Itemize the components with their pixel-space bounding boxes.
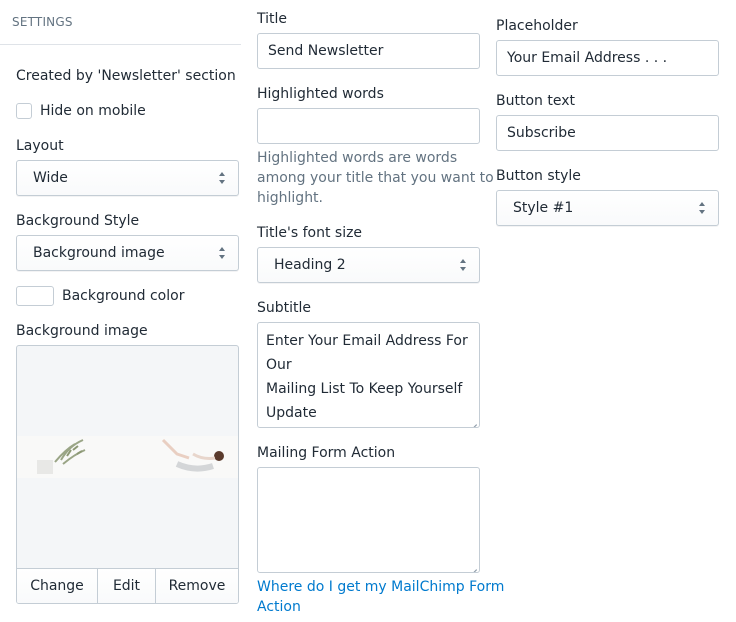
background-image-label: Background image xyxy=(16,323,148,339)
select-chevron-icon xyxy=(698,202,706,214)
subtitle-textarea[interactable]: Enter Your Email Address For Our Mailing… xyxy=(257,322,480,428)
background-color-swatch[interactable] xyxy=(16,286,54,306)
placeholder-input[interactable]: Your Email Address . . . xyxy=(496,40,719,76)
change-image-button[interactable]: Change xyxy=(17,569,98,603)
settings-header: SETTINGS xyxy=(0,0,241,45)
mailchimp-help-link-line-2[interactable]: Action xyxy=(257,597,301,617)
resize-handle-icon[interactable] xyxy=(469,417,478,426)
layout-select[interactable]: Wide xyxy=(16,160,239,196)
layout-select-value: Wide xyxy=(33,170,68,186)
highlighted-words-input[interactable] xyxy=(257,108,480,144)
background-style-label: Background Style xyxy=(16,213,140,229)
button-text-label: Button text xyxy=(496,93,575,109)
subtitle-line-1: Enter Your Email Address For Our xyxy=(266,333,468,373)
background-image-thumbnail xyxy=(17,436,238,478)
button-style-select-value: Style #1 xyxy=(513,200,574,216)
title-label: Title xyxy=(257,11,288,27)
mailchimp-help-link-line-1[interactable]: Where do I get my MailChimp Form xyxy=(257,577,504,597)
title-font-size-label: Title's font size xyxy=(257,225,363,241)
background-color-label: Background color xyxy=(62,288,185,304)
resize-handle-icon[interactable] xyxy=(469,562,478,571)
edit-image-button[interactable]: Edit xyxy=(98,569,156,603)
mailing-form-action-label: Mailing Form Action xyxy=(257,445,396,461)
highlighted-words-help-line-3: highlight. xyxy=(257,190,324,206)
highlighted-words-help-line-1: Highlighted words are words xyxy=(257,150,458,166)
settings-sidebar: SETTINGS Created by 'Newsletter' section… xyxy=(0,0,241,622)
background-image-actions: Change Edit Remove xyxy=(17,568,238,603)
button-style-select[interactable]: Style #1 xyxy=(496,190,719,226)
button-style-label: Button style xyxy=(496,168,581,184)
subtitle-line-2: Mailing List To Keep Yourself xyxy=(266,381,463,397)
highlighted-words-help-line-2: among your title that you want to xyxy=(257,170,494,186)
subtitle-line-3: Update xyxy=(266,405,317,421)
subtitle-label: Subtitle xyxy=(257,300,312,316)
select-chevron-icon xyxy=(459,259,467,271)
placeholder-label: Placeholder xyxy=(496,18,578,34)
button-text-input[interactable]: Subscribe xyxy=(496,115,719,151)
section-note: Created by 'Newsletter' section xyxy=(16,68,236,84)
layout-label: Layout xyxy=(16,138,64,154)
remove-image-button[interactable]: Remove xyxy=(156,569,238,603)
background-style-select-value: Background image xyxy=(33,245,165,261)
select-chevron-icon xyxy=(218,172,226,184)
select-chevron-icon xyxy=(218,247,226,259)
title-input[interactable]: Send Newsletter xyxy=(257,33,480,69)
hide-on-mobile-label: Hide on mobile xyxy=(40,103,146,119)
background-image-preview: Change Edit Remove xyxy=(16,345,239,604)
title-font-size-select[interactable]: Heading 2 xyxy=(257,247,480,283)
mailing-form-action-textarea[interactable] xyxy=(257,467,480,573)
hide-on-mobile-checkbox[interactable] xyxy=(16,103,32,119)
background-style-select[interactable]: Background image xyxy=(16,235,239,271)
title-font-size-select-value: Heading 2 xyxy=(274,257,346,273)
highlighted-words-label: Highlighted words xyxy=(257,86,384,102)
